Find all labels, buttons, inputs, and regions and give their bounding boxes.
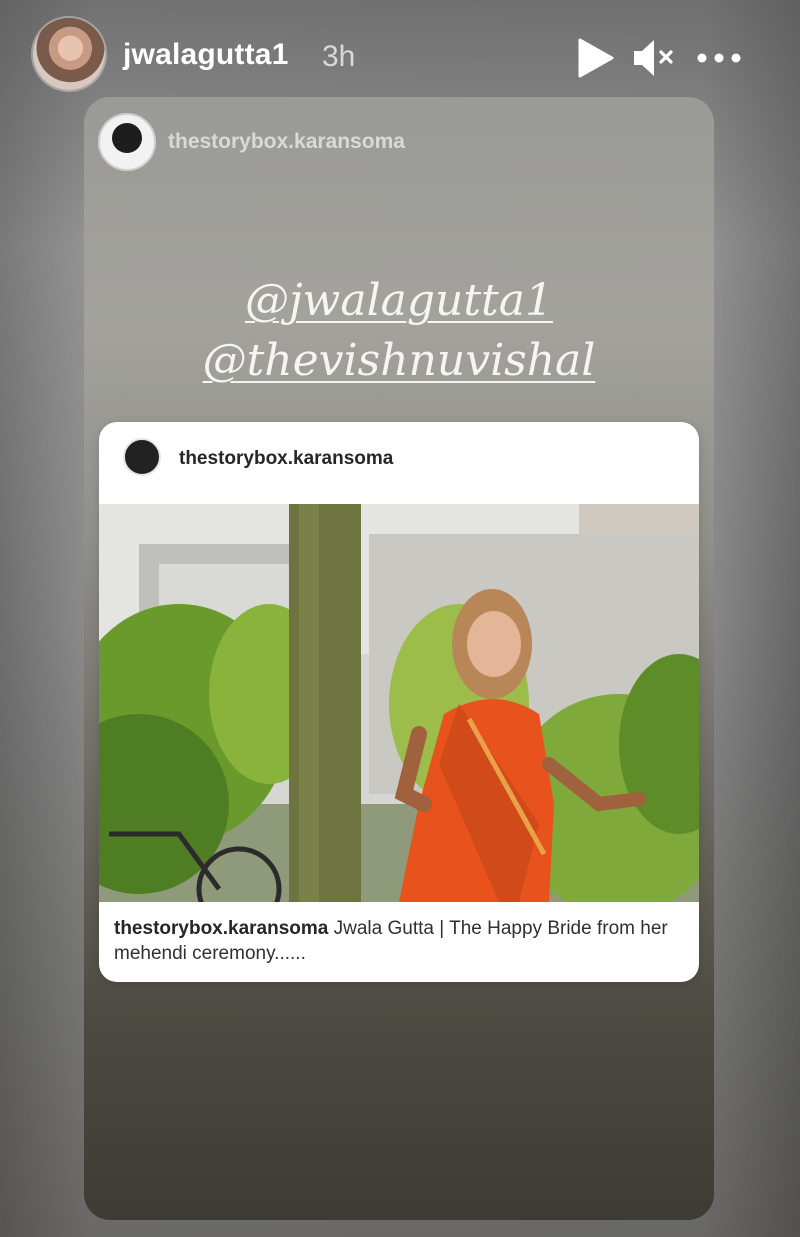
post-photo bbox=[99, 504, 699, 902]
post-username[interactable]: thestorybox.karansoma bbox=[179, 448, 393, 470]
source-avatar[interactable] bbox=[98, 113, 156, 171]
caption-username[interactable]: thestorybox.karansoma bbox=[114, 918, 328, 939]
username[interactable]: jwalagutta1 bbox=[123, 38, 289, 72]
source-logo-icon bbox=[112, 123, 142, 153]
more-icon[interactable] bbox=[694, 50, 744, 66]
shared-post-card[interactable]: thestorybox.karansoma thestorybox.karans… bbox=[99, 422, 699, 982]
play-icon[interactable] bbox=[576, 38, 616, 78]
mention-thevishnuvishal[interactable]: @thevishnuvishal bbox=[84, 335, 714, 386]
user-avatar[interactable] bbox=[33, 18, 105, 90]
post-caption: thestorybox.karansoma Jwala Gutta | The … bbox=[114, 916, 684, 966]
post-time: 3h bbox=[322, 40, 356, 73]
post-avatar bbox=[123, 438, 161, 476]
mute-icon[interactable] bbox=[632, 37, 674, 79]
story-card: thestorybox.karansoma @jwalagutta1 @thev… bbox=[84, 97, 714, 1220]
mention-jwalagutta1[interactable]: @jwalagutta1 bbox=[84, 275, 714, 326]
source-account-name[interactable]: thestorybox.karansoma bbox=[168, 130, 405, 154]
